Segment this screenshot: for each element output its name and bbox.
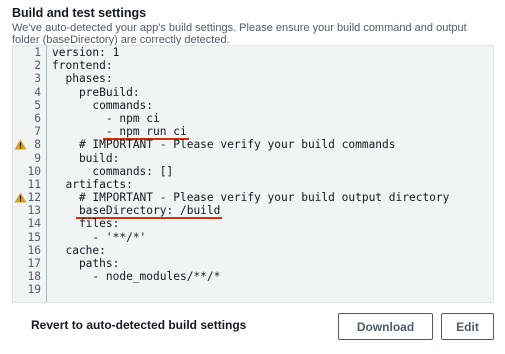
code-line: 15 - '**/*' (13, 231, 493, 244)
code-text: - npm ci (52, 111, 160, 125)
code-line: 8 # IMPORTANT - Please verify your build… (13, 138, 493, 151)
code-text: files: (52, 217, 120, 231)
code-text: phases: (52, 72, 113, 86)
code-line: 6 - npm ci (13, 112, 493, 125)
code-text: preBuild: (52, 85, 140, 99)
code-line: 3 phases: (13, 72, 493, 85)
code-text: commands: (52, 98, 154, 112)
code-text: - node_modules/**/* (52, 270, 221, 284)
code-line: 14 files: (13, 217, 493, 230)
code-text: paths: (52, 257, 120, 270)
line-number: 2 (34, 59, 41, 73)
code-line: 11 artifacts: (13, 178, 493, 191)
code-line: 2 frontend: (13, 59, 493, 72)
code-text: artifacts: (52, 177, 133, 191)
line-number: 16 (27, 243, 41, 257)
code-text: # IMPORTANT - Please verify your build o… (52, 191, 450, 205)
code-line: 4 preBuild: (13, 86, 493, 99)
build-settings-editor[interactable]: 1 version: 1 2 frontend: 3 phases: 4 preBuild… (12, 45, 494, 303)
code-line: 12 # IMPORTANT - Please verify your buil… (13, 191, 493, 204)
edit-button[interactable]: Edit (441, 313, 494, 340)
code-lines: 1 version: 1 2 frontend: 3 phases: 4 preBuild… (13, 46, 493, 297)
code-line: 1 version: 1 (13, 46, 493, 59)
revert-settings-button[interactable]: Revert to auto-detected build settings (31, 318, 246, 332)
line-number: 18 (27, 270, 41, 284)
line-number: 11 (27, 177, 41, 191)
code-line: 9 build: (13, 152, 493, 165)
line-number: 1 (34, 46, 41, 59)
line-number: 3 (34, 72, 41, 86)
code-line: 17 paths: (13, 257, 493, 270)
line-number: 13 (27, 204, 41, 218)
code-text: baseDirectory: /build (52, 204, 221, 218)
code-line: 7 - npm run ci (13, 125, 493, 141)
download-button[interactable]: Download (338, 313, 433, 340)
code-text: - npm run ci (52, 125, 187, 139)
line-number: 15 (27, 230, 41, 244)
code-line: 19 (13, 283, 493, 296)
code-text: cache: (52, 243, 106, 257)
code-line: 10 commands: [] (13, 165, 493, 178)
code-line: 5 commands: (13, 99, 493, 112)
code-text: # IMPORTANT - Please verify your build c… (52, 138, 396, 152)
code-text: build: (52, 151, 120, 165)
code-line: 13 baseDirectory: /build (13, 204, 493, 220)
section-description: We've auto-detected your app's build set… (12, 22, 467, 46)
section-title: Build and test settings (12, 6, 147, 20)
line-number: 17 (27, 257, 41, 270)
code-text: - '**/*' (52, 230, 147, 244)
line-number: 12 (27, 191, 41, 205)
line-number: 4 (34, 85, 41, 99)
line-number: 19 (27, 283, 41, 297)
code-text: version: 1 (52, 46, 120, 59)
line-number: 7 (34, 125, 41, 139)
line-number: 14 (27, 217, 41, 231)
line-number: 10 (27, 164, 41, 178)
line-number: 8 (34, 138, 41, 152)
code-line: 18 - node_modules/**/* (13, 270, 493, 283)
code-text: commands: [] (52, 164, 174, 178)
line-number: 6 (34, 111, 41, 125)
code-line: 16 cache: (13, 244, 493, 257)
code-text: frontend: (52, 59, 113, 73)
line-number: 9 (34, 151, 41, 165)
line-number: 5 (34, 98, 41, 112)
